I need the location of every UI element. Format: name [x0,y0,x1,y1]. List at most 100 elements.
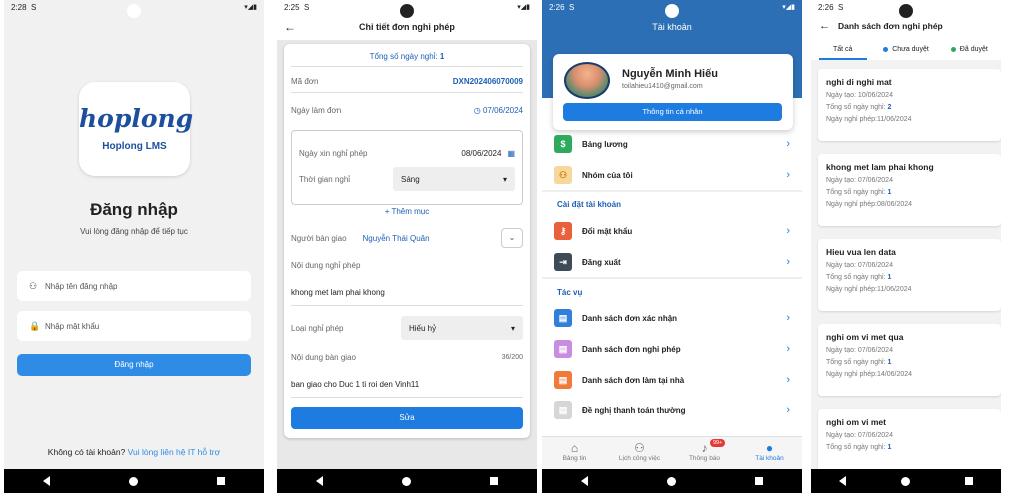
document-icon: ▤ [554,401,572,419]
notification-badge: 99+ [710,439,726,447]
username-field[interactable]: ⚇ Nhập tên đăng nhập [17,271,251,301]
tab-pending[interactable]: Chưa duyệt [874,46,937,53]
leave-time-row: Thời gian nghỉ Sáng ▾ [299,167,515,191]
list-item[interactable]: nghi di nghi mat Ngày tạo: 10/06/2024 Tổ… [818,69,1001,141]
nav-tab-newsfeed[interactable]: ⌂ Bảng tin [542,437,607,469]
nav-tab-account[interactable]: ● Tài khoản [737,437,802,469]
status-bar: 2:26 S [811,0,1001,18]
page-title: Chi tiết đơn nghỉ phép [359,22,455,32]
nav-tab-label: Thông báo [688,455,721,462]
menu-item-my-group[interactable]: ⚇ Nhóm của tôi › [554,164,790,186]
add-item-link[interactable]: + Thêm mục [291,207,523,216]
dropdown-arrow-icon: ▾ [502,174,507,184]
back-nav-icon[interactable] [316,476,324,486]
password-field[interactable]: 🔒 Nhập mật khẩu [17,311,251,341]
menu-item-payment-request[interactable]: ▤ Đề nghị thanh toán thường › [554,399,790,421]
login-button[interactable]: Đăng nhập [17,354,251,376]
days-label: Tổng số ngày nghỉ: [826,444,888,451]
status-s-icon: S [31,2,37,12]
handover-content-field[interactable]: ban giao cho Duc 1 ti roi den Vinh11 [291,380,523,389]
leave-time-select[interactable]: Sáng ▾ [393,167,515,191]
content-label: Nội dung nghỉ phép [291,261,361,270]
recents-nav-icon[interactable] [489,477,498,485]
tab-label: Đã duyệt [959,45,988,53]
footer: Không có tài khoản? Vui lòng liên hệ IT … [4,447,264,457]
chevron-right-icon: › [786,169,790,181]
recents-nav-icon[interactable] [216,477,225,485]
recents-nav-icon[interactable] [965,477,974,485]
tab-all[interactable]: Tất cả [811,46,874,53]
edit-button[interactable]: Sửa [291,407,523,429]
home-nav-icon[interactable] [666,476,676,486]
status-s-icon: S [838,2,844,12]
list-item[interactable]: nghi om vi met qua Ngày tạo: 07/06/2024 … [818,324,1001,396]
back-nav-icon[interactable] [43,476,51,486]
logout-icon: ⇥ [554,253,572,271]
list-item[interactable]: khong met lam phai khong Ngày tạo: 07/06… [818,154,1001,226]
leave-label: Ngày nghỉ phép: [826,201,877,208]
tab-indicator [819,58,867,60]
page-subtitle: Vui lòng đăng nhập để tiếp tục [80,227,188,236]
home-nav-icon[interactable] [900,476,910,486]
menu-item-change-password[interactable]: ⚷ Đổi mật khẩu › [554,220,790,242]
people-icon: ⚇ [634,441,645,455]
nav-tab-label: Lịch công việc [618,455,661,462]
type-row: Loại nghỉ phép Hiếu hỷ ▾ [291,316,523,340]
created-date-label: Ngày làm đơn [291,106,342,115]
item-title: khong met lam phai khong [826,162,934,172]
menu-item-leave-list[interactable]: ▤ Danh sách đơn nghỉ phép › [554,338,790,360]
menu-item-confirm-list[interactable]: ▤ Danh sách đơn xác nhận › [554,307,790,329]
support-link[interactable]: Vui lòng liên hệ IT hỗ trợ [128,447,221,457]
handover-dropdown-icon[interactable]: ⌄ [501,228,523,248]
leave-label: Ngày nghỉ phép: [826,286,877,293]
char-counter: 36/200 [501,354,523,361]
bell-icon: ♪ [701,441,708,455]
back-arrow-icon[interactable]: ← [819,20,830,32]
home-nav-icon[interactable] [401,476,411,486]
created-label: Ngày tạo: [826,347,858,354]
leave-date-row[interactable]: Ngày xin nghỉ phép 08/06/2024 ▦ [299,149,515,158]
nav-tab-calendar[interactable]: ⚇ Lịch công việc [607,437,672,469]
menu-item-wfh-list[interactable]: ▤ Danh sách đơn làm tại nhà › [554,369,790,391]
user-email: toilahieu1410@gmail.com [622,83,703,90]
profile-info-button[interactable]: Thông tin cá nhân [563,103,782,121]
code-row: Mã đơn DXN202406070009 [291,77,523,86]
item-title: nghi om vi met qua [826,332,904,342]
system-nav-bar [542,469,802,493]
recents-nav-icon[interactable] [754,477,763,485]
menu-item-logout[interactable]: ⇥ Đăng xuất › [554,251,790,273]
content-field[interactable]: khong met lam phai khong [291,288,523,297]
item-days: Tổng số ngày nghỉ: 2 [826,104,993,111]
back-nav-icon[interactable] [838,476,846,486]
back-nav-icon[interactable] [581,476,589,486]
menu-item-label: Đăng xuất [582,257,621,267]
type-select[interactable]: Hiếu hỷ ▾ [401,316,523,340]
nav-tab-label: Tài khoản [755,455,784,462]
system-nav-bar [4,469,264,493]
handover-label: Người bàn giao [291,233,347,243]
person-icon: ● [765,441,774,455]
camera-cutout [899,4,913,18]
item-title: nghi di nghi mat [826,77,892,87]
tab-approved[interactable]: Đã duyệt [938,46,1001,53]
nav-tab-notifications[interactable]: ♪ 99+ Thông báo [672,437,737,469]
status-tabs: Tất cả Chưa duyệt Đã duyệt [811,38,1001,60]
leave-value: 11/06/2024 [876,116,912,123]
content-label-row: Nội dung nghỉ phép [291,261,523,270]
list-item[interactable]: Hieu vua len data Ngày tạo: 07/06/2024 T… [818,239,1001,311]
username-placeholder: Nhập tên đăng nhập [45,281,118,291]
chevron-right-icon: › [786,404,790,416]
menu-item-label: Đề nghị thanh toán thường [582,405,686,415]
status-time: 2:25 [284,2,300,12]
chevron-right-icon: › [786,374,790,386]
status-time: 2:26 [818,2,834,12]
days-value: 1 [887,189,892,196]
menu-item-label: Đổi mật khẩu [582,226,633,236]
divider [291,92,523,93]
dropdown-arrow-icon: ▾ [510,323,515,333]
nav-tab-label: Bảng tin [562,455,587,462]
home-nav-icon[interactable] [128,476,138,486]
menu-item-salary[interactable]: $ Bảng lương › [554,133,790,155]
back-arrow-icon[interactable]: ← [277,20,303,34]
calendar-icon[interactable]: ▦ [507,149,515,158]
